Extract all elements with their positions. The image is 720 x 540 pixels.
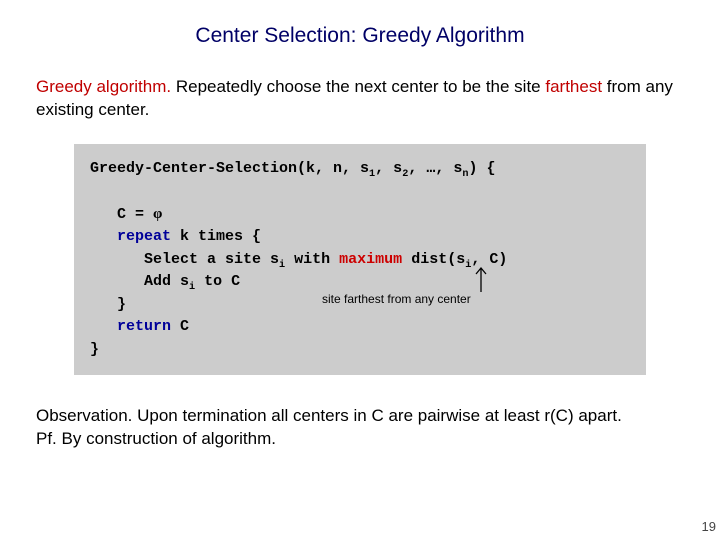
code-line-8: return C [90, 316, 630, 339]
keyword-return: return [117, 318, 171, 335]
proof-text: Pf. By construction of algorithm. [36, 429, 276, 448]
code-text: Greedy-Center-Selection(k, n, s [90, 160, 369, 177]
code-line-3: C = φ [90, 203, 630, 227]
keyword-repeat: repeat [117, 228, 171, 245]
observation-lead: Observation. [36, 406, 137, 425]
phi-symbol: φ [153, 206, 162, 222]
intro-paragraph: Greedy algorithm. Repeatedly choose the … [36, 76, 684, 122]
code-text: ) { [468, 160, 495, 177]
code-text: C = [90, 206, 153, 223]
code-text: dist(s [402, 251, 465, 268]
annotation-label: site farthest from any center [322, 290, 582, 308]
code-text: } [90, 296, 126, 313]
code-text: k times { [171, 228, 261, 245]
code-text: Add s [90, 273, 189, 290]
code-text: , s [375, 160, 402, 177]
code-text: to C [195, 273, 240, 290]
code-text: , …, s [408, 160, 462, 177]
code-text: } [90, 341, 99, 358]
code-text: with [285, 251, 339, 268]
code-text [90, 228, 117, 245]
pseudocode-box: Greedy-Center-Selection(k, n, s1, s2, …,… [74, 144, 646, 376]
observation-text: Upon termination all centers in C are pa… [137, 406, 622, 425]
code-line-5: Select a site si with maximum dist(si, C… [90, 249, 630, 272]
highlight-maximum: maximum [339, 251, 402, 268]
observation-paragraph: Observation. Upon termination all center… [36, 405, 684, 451]
code-line-9: } [90, 339, 630, 362]
code-text: Select a site s [90, 251, 279, 268]
code-text: C [171, 318, 189, 335]
page-number: 19 [702, 519, 716, 534]
intro-lead: Greedy algorithm. [36, 77, 176, 96]
page-title: Center Selection: Greedy Algorithm [36, 24, 684, 48]
intro-farthest: farthest [545, 77, 602, 96]
code-line-1: Greedy-Center-Selection(k, n, s1, s2, …,… [90, 158, 630, 181]
code-text: , C) [471, 251, 507, 268]
intro-text-a: Repeatedly choose the next center to be … [176, 77, 546, 96]
code-text [90, 318, 117, 335]
code-blank-line [90, 180, 630, 203]
code-line-4: repeat k times { [90, 226, 630, 249]
